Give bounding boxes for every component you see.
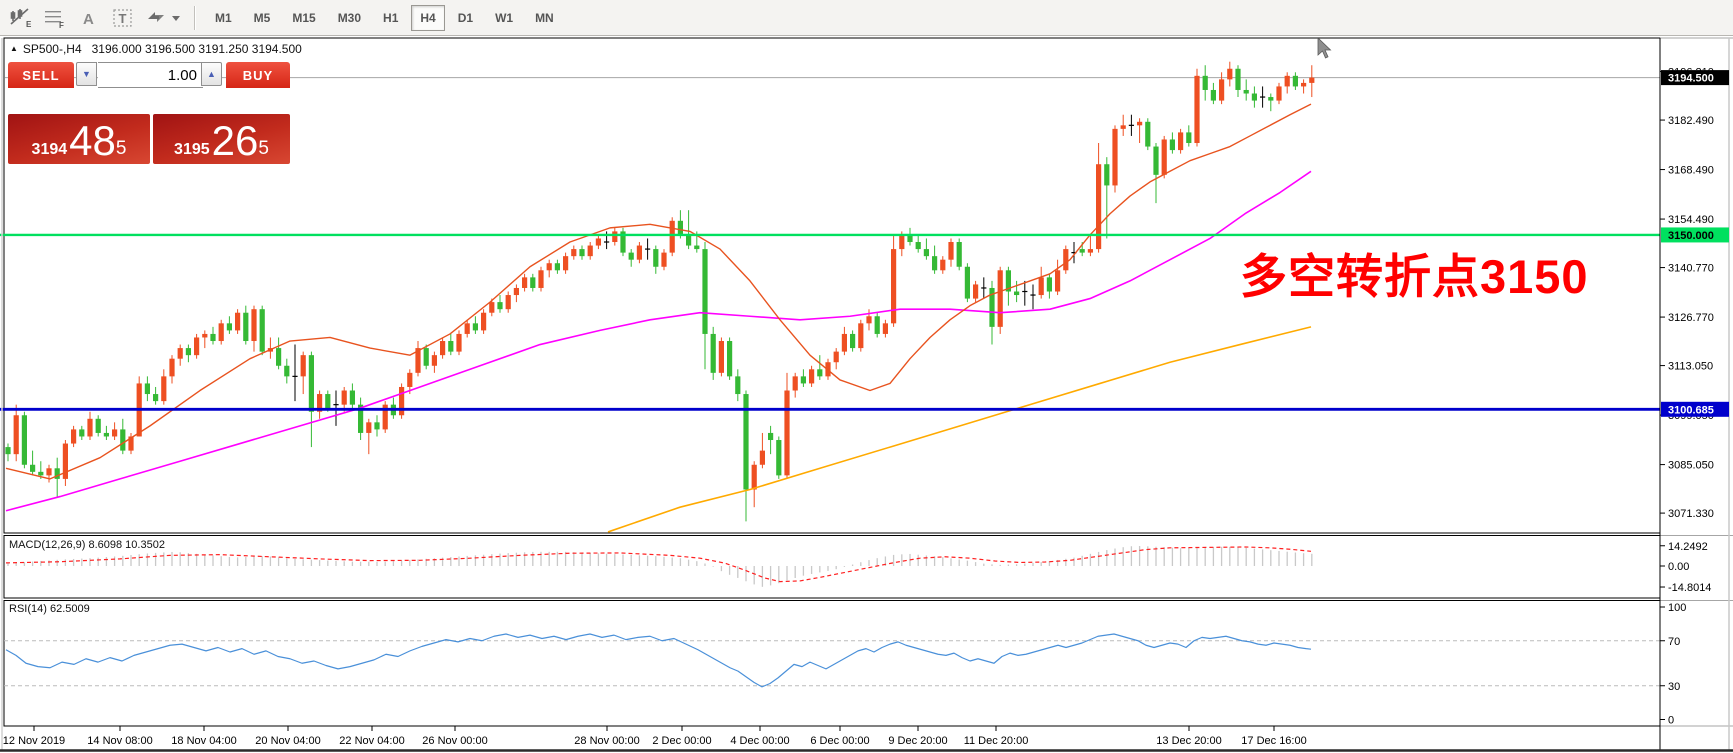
buy-price-prefix: 3195: [174, 142, 210, 158]
time-tick-label: 20 Nov 04:00: [255, 735, 320, 747]
green-level-badge-text: 3150.000: [1668, 230, 1714, 242]
trading-platform-window: { "toolbar": { "icons": [ {"name": "indi…: [0, 0, 1733, 753]
time-tick-label: 4 Dec 00:00: [730, 735, 789, 747]
symbol-name: SP500-,H4: [23, 42, 82, 56]
volume-input[interactable]: [98, 62, 203, 88]
price-tick-label: 3085.050: [1668, 460, 1714, 472]
price-tick-label: 3182.490: [1668, 115, 1714, 127]
price-tick-label: 3154.490: [1668, 214, 1714, 226]
time-tick-label: 2 Dec 00:00: [652, 735, 711, 747]
time-tick-label: 11 Dec 20:00: [964, 735, 1029, 747]
rsi-tick-label: 100: [1668, 602, 1686, 614]
rsi-indicator-label: RSI(14) 62.5009: [9, 603, 90, 615]
time-tick-label: 22 Nov 04:00: [339, 735, 404, 747]
sell-price-prefix: 3194: [32, 142, 68, 158]
one-click-trade-panel: SELL ▼ ▲ BUY 3194485 3195265: [8, 62, 290, 138]
rsi-panel-frame: [4, 601, 1660, 727]
price-tick-label: 3071.330: [1668, 508, 1714, 520]
buy-price-display[interactable]: 3195265: [153, 114, 290, 164]
volume-decrease-button[interactable]: ▼: [76, 62, 97, 86]
buy-button[interactable]: BUY: [226, 62, 290, 88]
rsi-tick-label: 70: [1668, 636, 1680, 648]
macd-panel-frame: [4, 536, 1660, 599]
ohlc-values: 3196.000 3196.500 3191.250 3194.500: [92, 42, 302, 56]
time-tick-label: 9 Dec 20:00: [888, 735, 947, 747]
buy-price-big: 26: [212, 124, 259, 158]
macd-indicator-label: MACD(12,26,9) 8.6098 10.3502: [9, 539, 165, 551]
time-tick-label: 13 Dec 20:00: [1156, 735, 1221, 747]
time-tick-label: 12 Nov 2019: [3, 735, 65, 747]
price-tick-label: 3126.770: [1668, 312, 1714, 324]
macd-tick-label: -14.8014: [1668, 582, 1711, 594]
time-tick-label: 17 Dec 16:00: [1241, 735, 1306, 747]
mouse-cursor-icon: [1316, 38, 1338, 62]
macd-tick-label: 14.2492: [1668, 541, 1708, 553]
time-tick-label: 18 Nov 04:00: [171, 735, 236, 747]
blue-level-badge-text: 3100.685: [1668, 404, 1714, 416]
rsi-tick-label: 30: [1668, 681, 1680, 693]
volume-increase-button[interactable]: ▲: [201, 62, 222, 86]
sell-price-big: 48: [69, 124, 116, 158]
rsi-tick-label: 0: [1668, 715, 1674, 727]
time-tick-label: 6 Dec 00:00: [810, 735, 869, 747]
collapse-arrow-icon[interactable]: ▲: [10, 44, 18, 53]
price-tick-label: 3168.490: [1668, 165, 1714, 177]
macd-tick-label: 0.00: [1668, 561, 1689, 573]
buy-price-sup: 5: [258, 139, 269, 158]
price-tick-label: 3113.050: [1668, 361, 1713, 373]
chart-symbol-header: ▲ SP500-,H4 3196.000 3196.500 3191.250 319…: [10, 42, 302, 56]
chart-annotation-text: 多空转折点3150: [1240, 238, 1589, 307]
time-tick-label: 28 Nov 00:00: [574, 735, 639, 747]
time-tick-label: 14 Nov 08:00: [87, 735, 152, 747]
price-tick-label: 3140.770: [1668, 263, 1714, 275]
current-price-badge-text: 3194.500: [1668, 73, 1714, 85]
sell-price-display[interactable]: 3194485: [8, 114, 150, 164]
sell-button[interactable]: SELL: [8, 62, 74, 88]
sell-price-sup: 5: [116, 139, 127, 158]
time-tick-label: 26 Nov 00:00: [422, 735, 487, 747]
